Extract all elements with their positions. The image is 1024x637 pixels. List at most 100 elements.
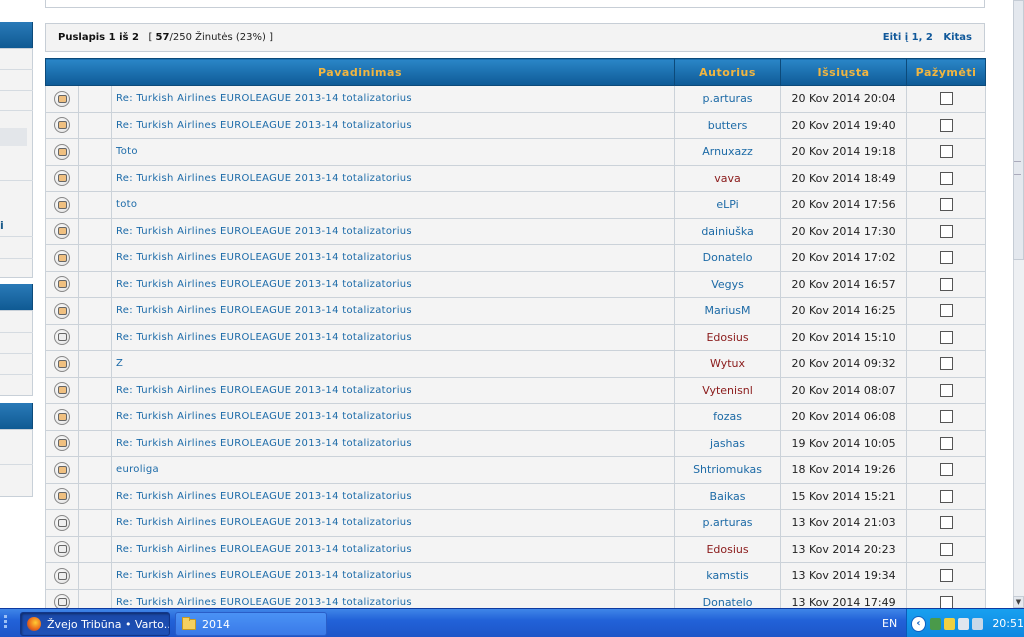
topic-author-link[interactable]: Vytenisnl (674, 376, 782, 404)
topic-mark-checkbox[interactable] (939, 436, 953, 450)
topic-author-link[interactable]: MariusM (674, 297, 782, 325)
scrollbar-thumb[interactable] (1013, 0, 1024, 260)
topic-title-link[interactable]: Re: Turkish Airlines EUROLEAGUE 2013-14 … (110, 297, 676, 325)
topic-title-link[interactable]: Re: Turkish Airlines EUROLEAGUE 2013-14 … (110, 270, 676, 298)
topic-mark-checkbox[interactable] (939, 145, 953, 159)
topic-status-cell (45, 509, 79, 537)
topic-author-link[interactable]: vava (674, 164, 782, 192)
topic-author-link[interactable]: Arnuxazz (674, 138, 782, 166)
topic-status-icon (54, 488, 70, 505)
clock[interactable]: 20:51 (992, 617, 1024, 630)
topic-mark-checkbox[interactable] (939, 118, 953, 132)
topic-author-link[interactable]: Vegys (674, 270, 782, 298)
topic-title-link[interactable]: Re: Turkish Airlines EUROLEAGUE 2013-14 … (110, 482, 676, 510)
topic-title-link[interactable]: Re: Turkish Airlines EUROLEAGUE 2013-14 … (110, 85, 676, 113)
topic-author-link[interactable]: Edosius (674, 535, 782, 563)
topic-mark-checkbox[interactable] (939, 304, 953, 318)
topic-mark-checkbox[interactable] (939, 198, 953, 212)
topic-author-link[interactable]: Shtriomukas (674, 456, 782, 484)
topic-status-cell (45, 403, 79, 431)
topic-title-link[interactable]: Re: Turkish Airlines EUROLEAGUE 2013-14 … (110, 376, 676, 404)
table-row: Re: Turkish Airlines EUROLEAGUE 2013-14 … (45, 297, 987, 325)
column-sent[interactable]: Išsiųsta (780, 58, 908, 86)
column-mark[interactable]: Pažymėti (906, 58, 987, 86)
topic-mark-cell (906, 403, 987, 431)
topic-author-link[interactable]: Wytux (674, 350, 782, 378)
topic-author-link[interactable]: fozas (674, 403, 782, 431)
topic-author-link[interactable]: jashas (674, 429, 782, 457)
topic-mark-checkbox[interactable] (939, 330, 953, 344)
topic-status-icon (54, 276, 70, 293)
topic-title-link[interactable]: Re: Turkish Airlines EUROLEAGUE 2013-14 … (110, 535, 676, 563)
topic-status-cell (45, 244, 79, 272)
tray-expand-icon[interactable]: ‹ (911, 615, 926, 632)
topic-title-link[interactable]: euroliga (110, 456, 676, 484)
topic-extra-cell (78, 482, 112, 510)
topic-title-link[interactable]: Re: Turkish Airlines EUROLEAGUE 2013-14 … (110, 244, 676, 272)
topic-mark-checkbox[interactable] (939, 410, 953, 424)
topic-title-link[interactable]: Re: Turkish Airlines EUROLEAGUE 2013-14 … (110, 403, 676, 431)
page-link-2[interactable]: 2 (926, 32, 933, 43)
topic-status-icon (54, 223, 70, 240)
monitor-icon[interactable] (958, 617, 970, 630)
topic-status-icon (54, 382, 70, 399)
taskbar-firefox-button[interactable]: Žvejo Tribūna • Varto... (20, 612, 170, 636)
topic-date: 18 Kov 2014 19:26 (780, 456, 908, 484)
messages-shown: 57 (155, 32, 170, 43)
topic-title-link[interactable]: toto (110, 191, 676, 219)
topic-title-link[interactable]: Re: Turkish Airlines EUROLEAGUE 2013-14 … (110, 164, 676, 192)
topic-title-link[interactable]: Toto (110, 138, 676, 166)
topic-date: 20 Kov 2014 16:57 (780, 270, 908, 298)
topic-mark-checkbox[interactable] (939, 92, 953, 106)
security-icon[interactable] (944, 617, 956, 630)
topic-mark-checkbox[interactable] (939, 569, 953, 583)
topic-mark-checkbox[interactable] (939, 516, 953, 530)
topic-mark-checkbox[interactable] (939, 542, 953, 556)
topic-status-icon (54, 143, 70, 160)
sidebar-item-active[interactable] (0, 128, 27, 146)
topic-mark-checkbox[interactable] (939, 277, 953, 291)
page-current: 1 (108, 32, 116, 43)
topic-mark-checkbox[interactable] (939, 171, 953, 185)
topic-mark-cell (906, 244, 987, 272)
topic-mark-checkbox[interactable] (939, 383, 953, 397)
goto-page-link[interactable]: Eiti į (883, 32, 908, 43)
vertical-scrollbar[interactable]: ▼ (1013, 0, 1024, 608)
topic-author-link[interactable]: p.arturas (674, 85, 782, 113)
topic-title-link[interactable]: Re: Turkish Airlines EUROLEAGUE 2013-14 … (110, 111, 676, 139)
topic-author-link[interactable]: eLPi (674, 191, 782, 219)
topic-title-link[interactable]: Re: Turkish Airlines EUROLEAGUE 2013-14 … (110, 509, 676, 537)
network-icon[interactable] (929, 617, 942, 630)
language-indicator[interactable]: EN (882, 617, 897, 630)
topic-title-link[interactable]: Re: Turkish Airlines EUROLEAGUE 2013-14 … (110, 217, 676, 245)
volume-icon[interactable] (972, 617, 984, 630)
topic-author-link[interactable]: Donatelo (674, 244, 782, 272)
topic-mark-cell (906, 138, 987, 166)
topic-title-link[interactable]: Re: Turkish Airlines EUROLEAGUE 2013-14 … (110, 562, 676, 590)
taskbar-folder-button[interactable]: 2014 (175, 612, 327, 636)
topic-author-link[interactable]: Baikas (674, 482, 782, 510)
topic-author-link[interactable]: dainiuška (674, 217, 782, 245)
topic-title-link[interactable]: Re: Turkish Airlines EUROLEAGUE 2013-14 … (110, 323, 676, 351)
page-link-1[interactable]: 1, (912, 32, 923, 43)
quick-launch-grip[interactable] (0, 613, 14, 635)
topic-extra-cell (78, 376, 112, 404)
topic-author-link[interactable]: Edosius (674, 323, 782, 351)
topic-author-link[interactable]: p.arturas (674, 509, 782, 537)
topic-author-link[interactable]: kamstis (674, 562, 782, 590)
topic-mark-checkbox[interactable] (939, 357, 953, 371)
topic-author-link[interactable]: butters (674, 111, 782, 139)
topic-title-link[interactable]: Z (110, 350, 676, 378)
windows-taskbar: Žvejo Tribūna • Varto... 2014 EN ‹ 20:51 (0, 608, 1024, 637)
sidebar-header (0, 284, 33, 310)
topic-title-link[interactable]: Re: Turkish Airlines EUROLEAGUE 2013-14 … (110, 429, 676, 457)
scroll-down-arrow-icon[interactable]: ▼ (1013, 596, 1024, 608)
topic-mark-checkbox[interactable] (939, 251, 953, 265)
column-author[interactable]: Autorius (674, 58, 782, 86)
topic-mark-checkbox[interactable] (939, 463, 953, 477)
next-page-link[interactable]: Kitas (943, 32, 972, 43)
topic-mark-checkbox[interactable] (939, 489, 953, 503)
topic-mark-checkbox[interactable] (939, 595, 953, 609)
column-title[interactable]: Pavadinimas (44, 58, 676, 86)
topic-mark-checkbox[interactable] (939, 224, 953, 238)
